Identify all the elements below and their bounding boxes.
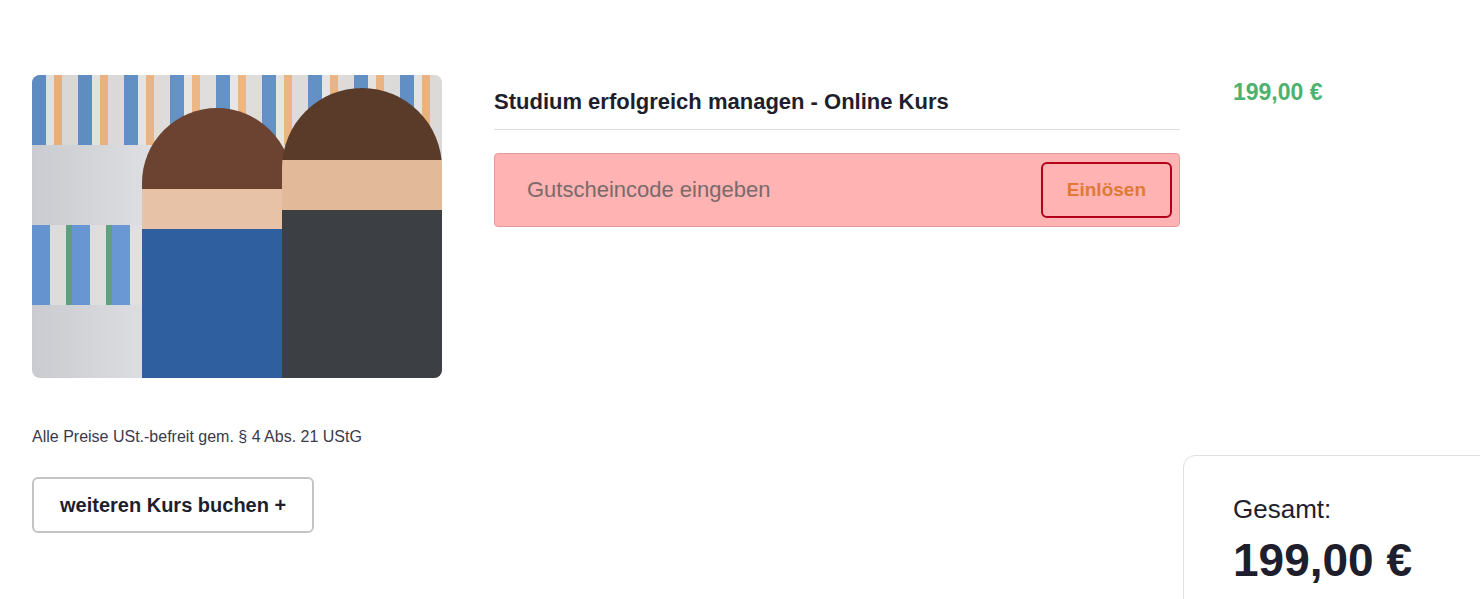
cart-actions: Alle Preise USt.-befreit gem. § 4 Abs. 2… bbox=[32, 378, 362, 533]
cart-footer: Alle Preise USt.-befreit gem. § 4 Abs. 2… bbox=[32, 378, 1480, 599]
total-amount: 199,00 € bbox=[1233, 533, 1480, 587]
add-course-button[interactable]: weiteren Kurs buchen + bbox=[32, 477, 314, 533]
tax-note: Alle Preise USt.-befreit gem. § 4 Abs. 2… bbox=[32, 428, 362, 446]
redeem-button[interactable]: Einlösen bbox=[1041, 162, 1172, 218]
cart-page: Studium erfolgreich managen - Online Kur… bbox=[0, 0, 1480, 599]
course-image bbox=[32, 75, 442, 378]
voucher-field: Einlösen bbox=[494, 153, 1180, 227]
voucher-input[interactable] bbox=[525, 176, 1031, 204]
cart-item: Studium erfolgreich managen - Online Kur… bbox=[32, 75, 1480, 378]
total-label: Gesamt: bbox=[1233, 494, 1480, 525]
product-title: Studium erfolgreich managen - Online Kur… bbox=[494, 89, 1180, 130]
total-card: Gesamt: 199,00 € bbox=[1183, 455, 1480, 599]
product-price: 199,00 € bbox=[1233, 79, 1323, 106]
product-details: Studium erfolgreich managen - Online Kur… bbox=[494, 75, 1180, 227]
